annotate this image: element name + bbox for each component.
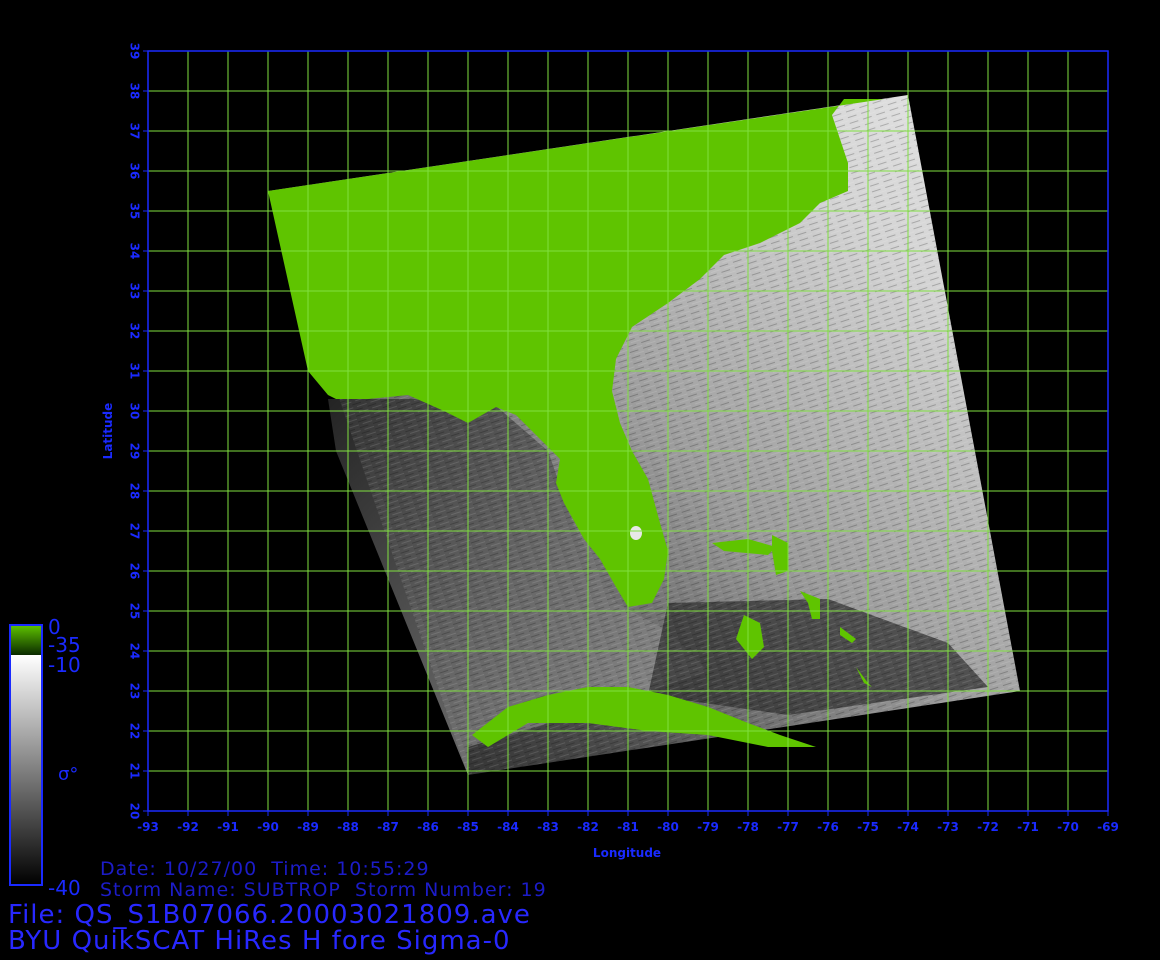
- x-tick-label: -90: [257, 820, 279, 834]
- x-tick-label: -83: [537, 820, 559, 834]
- x-tick-label: -70: [1057, 820, 1079, 834]
- x-tick-label: -86: [417, 820, 439, 834]
- x-tick-label: -91: [217, 820, 239, 834]
- x-tick-label: -71: [1017, 820, 1039, 834]
- x-tick-label: -84: [497, 820, 519, 834]
- quikscat-map: -93 -92 -91 -90 -89 -88 -87 -86 -85 -84 -83 -82 -81 -…: [9, 43, 1119, 900]
- y-tick-label: 36: [128, 163, 142, 180]
- x-tick-label: -81: [617, 820, 639, 834]
- y-tick-label: 34: [128, 243, 142, 260]
- x-tick-label: -75: [857, 820, 879, 834]
- y-tick-label: 20: [128, 803, 142, 820]
- x-tick-label: -89: [297, 820, 319, 834]
- x-tick-label: -88: [337, 820, 359, 834]
- x-tick-label: -77: [777, 820, 799, 834]
- lake-okeechobee: [630, 526, 642, 540]
- x-tick-label: -92: [177, 820, 199, 834]
- y-tick-label: 21: [128, 763, 142, 780]
- y-tick-label: 33: [128, 283, 142, 300]
- x-tick-label: -72: [977, 820, 999, 834]
- y-tick-label: 25: [128, 603, 142, 620]
- colorbar-land-segment: [10, 625, 42, 655]
- x-tick-label: -74: [897, 820, 919, 834]
- date-time-line: Date: 10/27/00 Time: 10:55:29: [100, 858, 430, 880]
- y-tick-label: 23: [128, 683, 142, 700]
- x-tick-label: -80: [657, 820, 679, 834]
- y-tick-label: 28: [128, 483, 142, 500]
- colorbar-sigma-label: σ°: [58, 764, 78, 785]
- y-tick-label: 29: [128, 443, 142, 460]
- colorbar-sigma-segment: [10, 655, 42, 885]
- x-tick-label: -85: [457, 820, 479, 834]
- latitude-tick-labels: 20 21 22 23 24 25 26 27 28 29 30 31 32 33 34 35 36 37 38 39: [128, 43, 148, 820]
- x-tick-label: -79: [697, 820, 719, 834]
- y-tick-label: 32: [128, 323, 142, 340]
- x-tick-label: -73: [937, 820, 959, 834]
- y-tick-label: 38: [128, 83, 142, 100]
- y-tick-label: 37: [128, 123, 142, 140]
- product-title-line: BYU QuikSCAT HiRes H fore Sigma-0: [8, 926, 511, 956]
- y-tick-label: 31: [128, 363, 142, 380]
- x-tick-label: -78: [737, 820, 759, 834]
- y-tick-label: 39: [128, 43, 142, 60]
- storm-info-line: Storm Name: SUBTROP Storm Number: 19: [100, 879, 547, 901]
- y-tick-label: 26: [128, 563, 142, 580]
- x-tick-label: -87: [377, 820, 399, 834]
- y-tick-label: 24: [128, 643, 142, 660]
- y-tick-label: 22: [128, 723, 142, 740]
- x-tick-label: -93: [137, 820, 159, 834]
- colorbar-max-label: -10: [48, 653, 81, 677]
- y-tick-label: 27: [128, 523, 142, 540]
- x-tick-label: -69: [1097, 820, 1119, 834]
- y-tick-label: 35: [128, 203, 142, 220]
- y-axis-label: Latitude: [101, 403, 115, 460]
- y-tick-label: 30: [128, 403, 142, 420]
- x-axis-label: Longitude: [593, 846, 661, 860]
- x-tick-label: -82: [577, 820, 599, 834]
- longitude-tick-labels: -93 -92 -91 -90 -89 -88 -87 -86 -85 -84 -83 -82 -81 -…: [137, 811, 1119, 834]
- x-tick-label: -76: [817, 820, 839, 834]
- colorbar-min-label: -40: [48, 876, 81, 900]
- color-bar: 0 -35 -10 -40 σ°: [9, 615, 81, 900]
